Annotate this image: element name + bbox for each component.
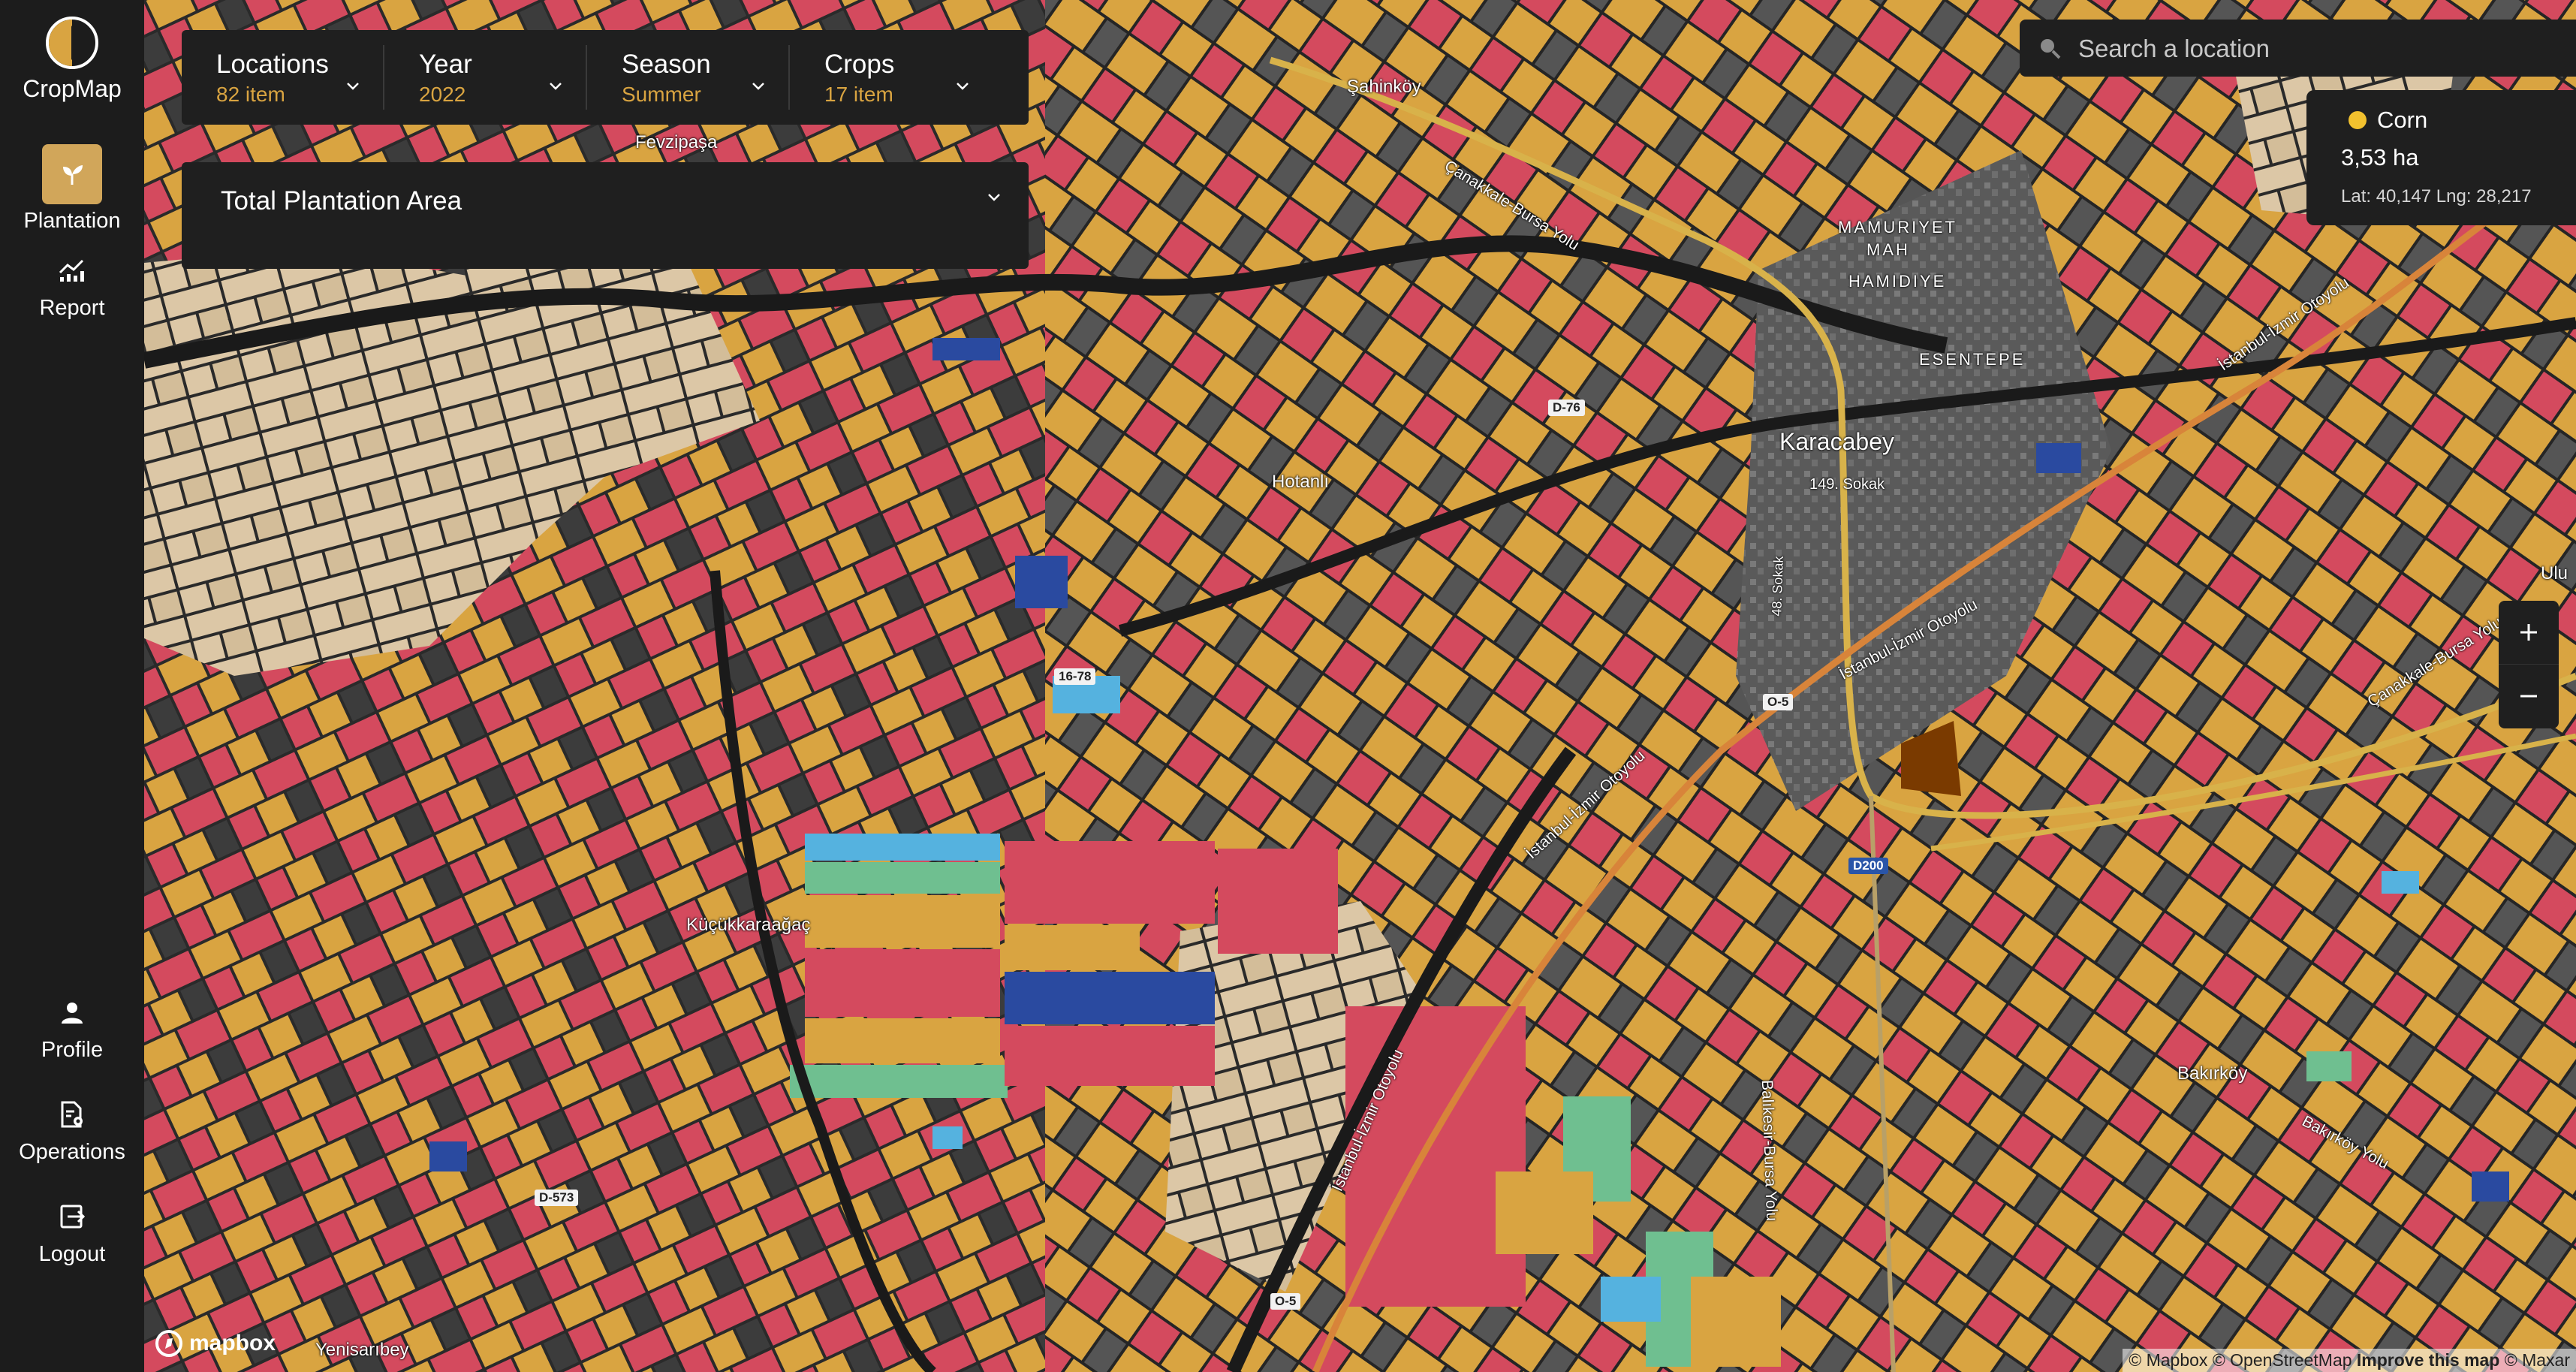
app-logo[interactable]: CropMap xyxy=(0,17,144,103)
map-place-label: MAH xyxy=(1866,240,1910,259)
cropmap-logo-icon xyxy=(46,17,98,69)
search-input[interactable] xyxy=(2077,30,2545,68)
road-badge: D200 xyxy=(1848,858,1888,874)
mapbox-logo[interactable]: mapbox xyxy=(155,1329,276,1358)
map-place-label: Küçükkaraağaç xyxy=(686,915,811,935)
chevron-down-icon xyxy=(751,81,766,95)
crop-color-dot xyxy=(2349,111,2367,129)
road-badge: 16-78 xyxy=(1054,668,1096,685)
field-coordinates: Lat: 40,147 Lng: 28,217 xyxy=(2341,186,2532,207)
plus-icon xyxy=(2520,624,2537,641)
app-name: CropMap xyxy=(23,75,122,102)
field-area: 3,53 ha xyxy=(2341,144,2419,170)
sidebar-item-label: Plantation xyxy=(23,209,121,233)
chevron-down-icon xyxy=(987,192,1002,207)
map-place-label: Bakırköy xyxy=(2177,1063,2248,1084)
road-badge: D-573 xyxy=(535,1190,579,1206)
plant-icon xyxy=(42,144,102,204)
sidebar-item-logout[interactable]: Logout xyxy=(0,1196,144,1267)
map-place-label: ESENTEPE xyxy=(1919,350,2026,369)
filter-label: Season xyxy=(622,50,711,79)
map-place-label: Şahinköy xyxy=(1347,77,1421,97)
sidebar-item-label: Report xyxy=(39,296,105,320)
sidebar-item-report[interactable]: Report xyxy=(0,248,144,321)
road-badge: O-5 xyxy=(1270,1293,1301,1310)
field-info-card: Corn 3,53 ha Lat: 40,147 Lng: 28,217 xyxy=(2306,90,2576,225)
chevron-down-icon xyxy=(345,81,360,95)
total-plantation-area-panel[interactable]: Total Plantation Area xyxy=(182,162,1029,269)
sidebar-item-profile[interactable]: Profile xyxy=(0,991,144,1063)
sidebar-item-label: Profile xyxy=(41,1038,104,1062)
filter-label: Crops xyxy=(824,50,895,79)
attribution-maxar[interactable]: © Maxar xyxy=(2505,1350,2570,1370)
crop-name: Corn xyxy=(2377,107,2428,133)
road-badge: O-5 xyxy=(1763,694,1794,710)
chart-icon xyxy=(42,248,102,291)
mapbox-wordmark: mapbox xyxy=(189,1331,276,1355)
logout-icon xyxy=(42,1196,102,1238)
year-filter-dropdown[interactable]: Year 2022 xyxy=(384,45,587,110)
map-street-label: 149. Sokak xyxy=(1809,476,1885,493)
crops-filter-dropdown[interactable]: Crops 17 item xyxy=(790,45,993,110)
map-attribution: © Mapbox © OpenStreetMap Improve this ma… xyxy=(2123,1349,2576,1372)
zoom-in-button[interactable] xyxy=(2499,601,2559,665)
sidebar-item-label: Logout xyxy=(38,1242,106,1266)
map-place-label: Yenisarıbey xyxy=(315,1340,409,1360)
chevron-down-icon xyxy=(548,81,563,95)
map-place-label: MAMURIYET xyxy=(1838,218,1957,237)
sidebar-item-plantation[interactable]: Plantation xyxy=(0,144,144,234)
operations-icon xyxy=(42,1093,102,1135)
zoom-out-button[interactable] xyxy=(2499,665,2559,728)
locations-filter-dropdown[interactable]: Locations 82 item xyxy=(182,45,384,110)
chevron-down-icon xyxy=(955,81,970,95)
zoom-control xyxy=(2499,601,2559,728)
sidebar-item-label: Operations xyxy=(19,1140,125,1164)
map-place-label: Hotanlı xyxy=(1272,472,1330,492)
map-place-label: Fevzipaşa xyxy=(635,132,718,152)
sidebar: CropMap Plantation Report Profile Operat… xyxy=(0,0,144,1372)
map-street-label: 48. Sokak xyxy=(1769,556,1786,617)
panel-title: Total Plantation Area xyxy=(221,186,462,216)
filter-bar: Locations 82 item Year 2022 Season Summe… xyxy=(182,30,1029,125)
sidebar-item-operations[interactable]: Operations xyxy=(0,1093,144,1165)
improve-map-link[interactable]: Improve this map xyxy=(2357,1350,2499,1370)
filter-label: Year xyxy=(419,50,472,79)
attribution-credits[interactable]: © Mapbox © OpenStreetMap xyxy=(2129,1350,2352,1370)
minus-icon xyxy=(2520,695,2537,698)
map-place-label: Ulu xyxy=(2541,563,2568,583)
map-place-label: HAMIDIYE xyxy=(1848,272,1947,291)
search-icon xyxy=(2038,36,2062,64)
user-icon xyxy=(42,991,102,1033)
map-city-label: Karacabey xyxy=(1779,428,1894,455)
location-search xyxy=(2020,20,2576,77)
mapbox-logo-icon xyxy=(155,1330,182,1357)
road-badge: D-76 xyxy=(1548,400,1585,416)
filter-label: Locations xyxy=(216,50,329,79)
season-filter-dropdown[interactable]: Season Summer xyxy=(587,45,790,110)
